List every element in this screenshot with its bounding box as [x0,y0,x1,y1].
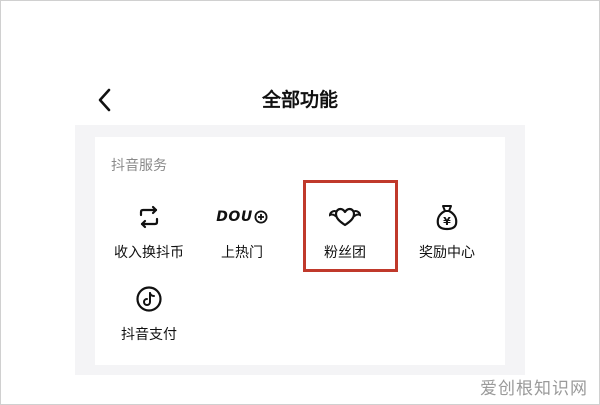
page-title: 全部功能 [261,89,338,111]
money-bag-icon: ¥ [404,202,490,232]
douyin-services-card: 抖音服务 收入换抖币 DOU 上热门 粉丝团 ¥ 奖励中心 抖音支付 [95,137,505,365]
exchange-icon [106,202,192,232]
yen-symbol: ¥ [443,215,451,228]
watermark: 爱创根知识网 [480,379,588,399]
item-income-exchange[interactable]: 收入换抖币 [106,202,192,272]
item-label: 抖音支付 [121,327,177,343]
chevron-left-icon[interactable] [95,87,115,113]
item-label: 上热门 [221,245,263,261]
section-title: 抖音服务 [111,158,167,174]
tiktok-pay-icon [106,284,192,314]
top-bar: 全部功能 [75,75,525,125]
dou-plus-icon: DOU [199,202,285,232]
item-hot-promotion[interactable]: DOU 上热门 [199,202,285,272]
dou-icon-text: DOU [216,209,253,225]
item-label: 收入换抖币 [114,245,184,261]
item-reward-center[interactable]: ¥ 奖励中心 [404,202,490,272]
item-label: 奖励中心 [419,245,475,261]
highlight-box [303,180,398,272]
phone-screen: 全部功能 抖音服务 收入换抖币 DOU 上热门 粉丝团 ¥ 奖励中心 抖音支付 [75,75,525,375]
item-douyin-pay[interactable]: 抖音支付 [106,284,192,354]
